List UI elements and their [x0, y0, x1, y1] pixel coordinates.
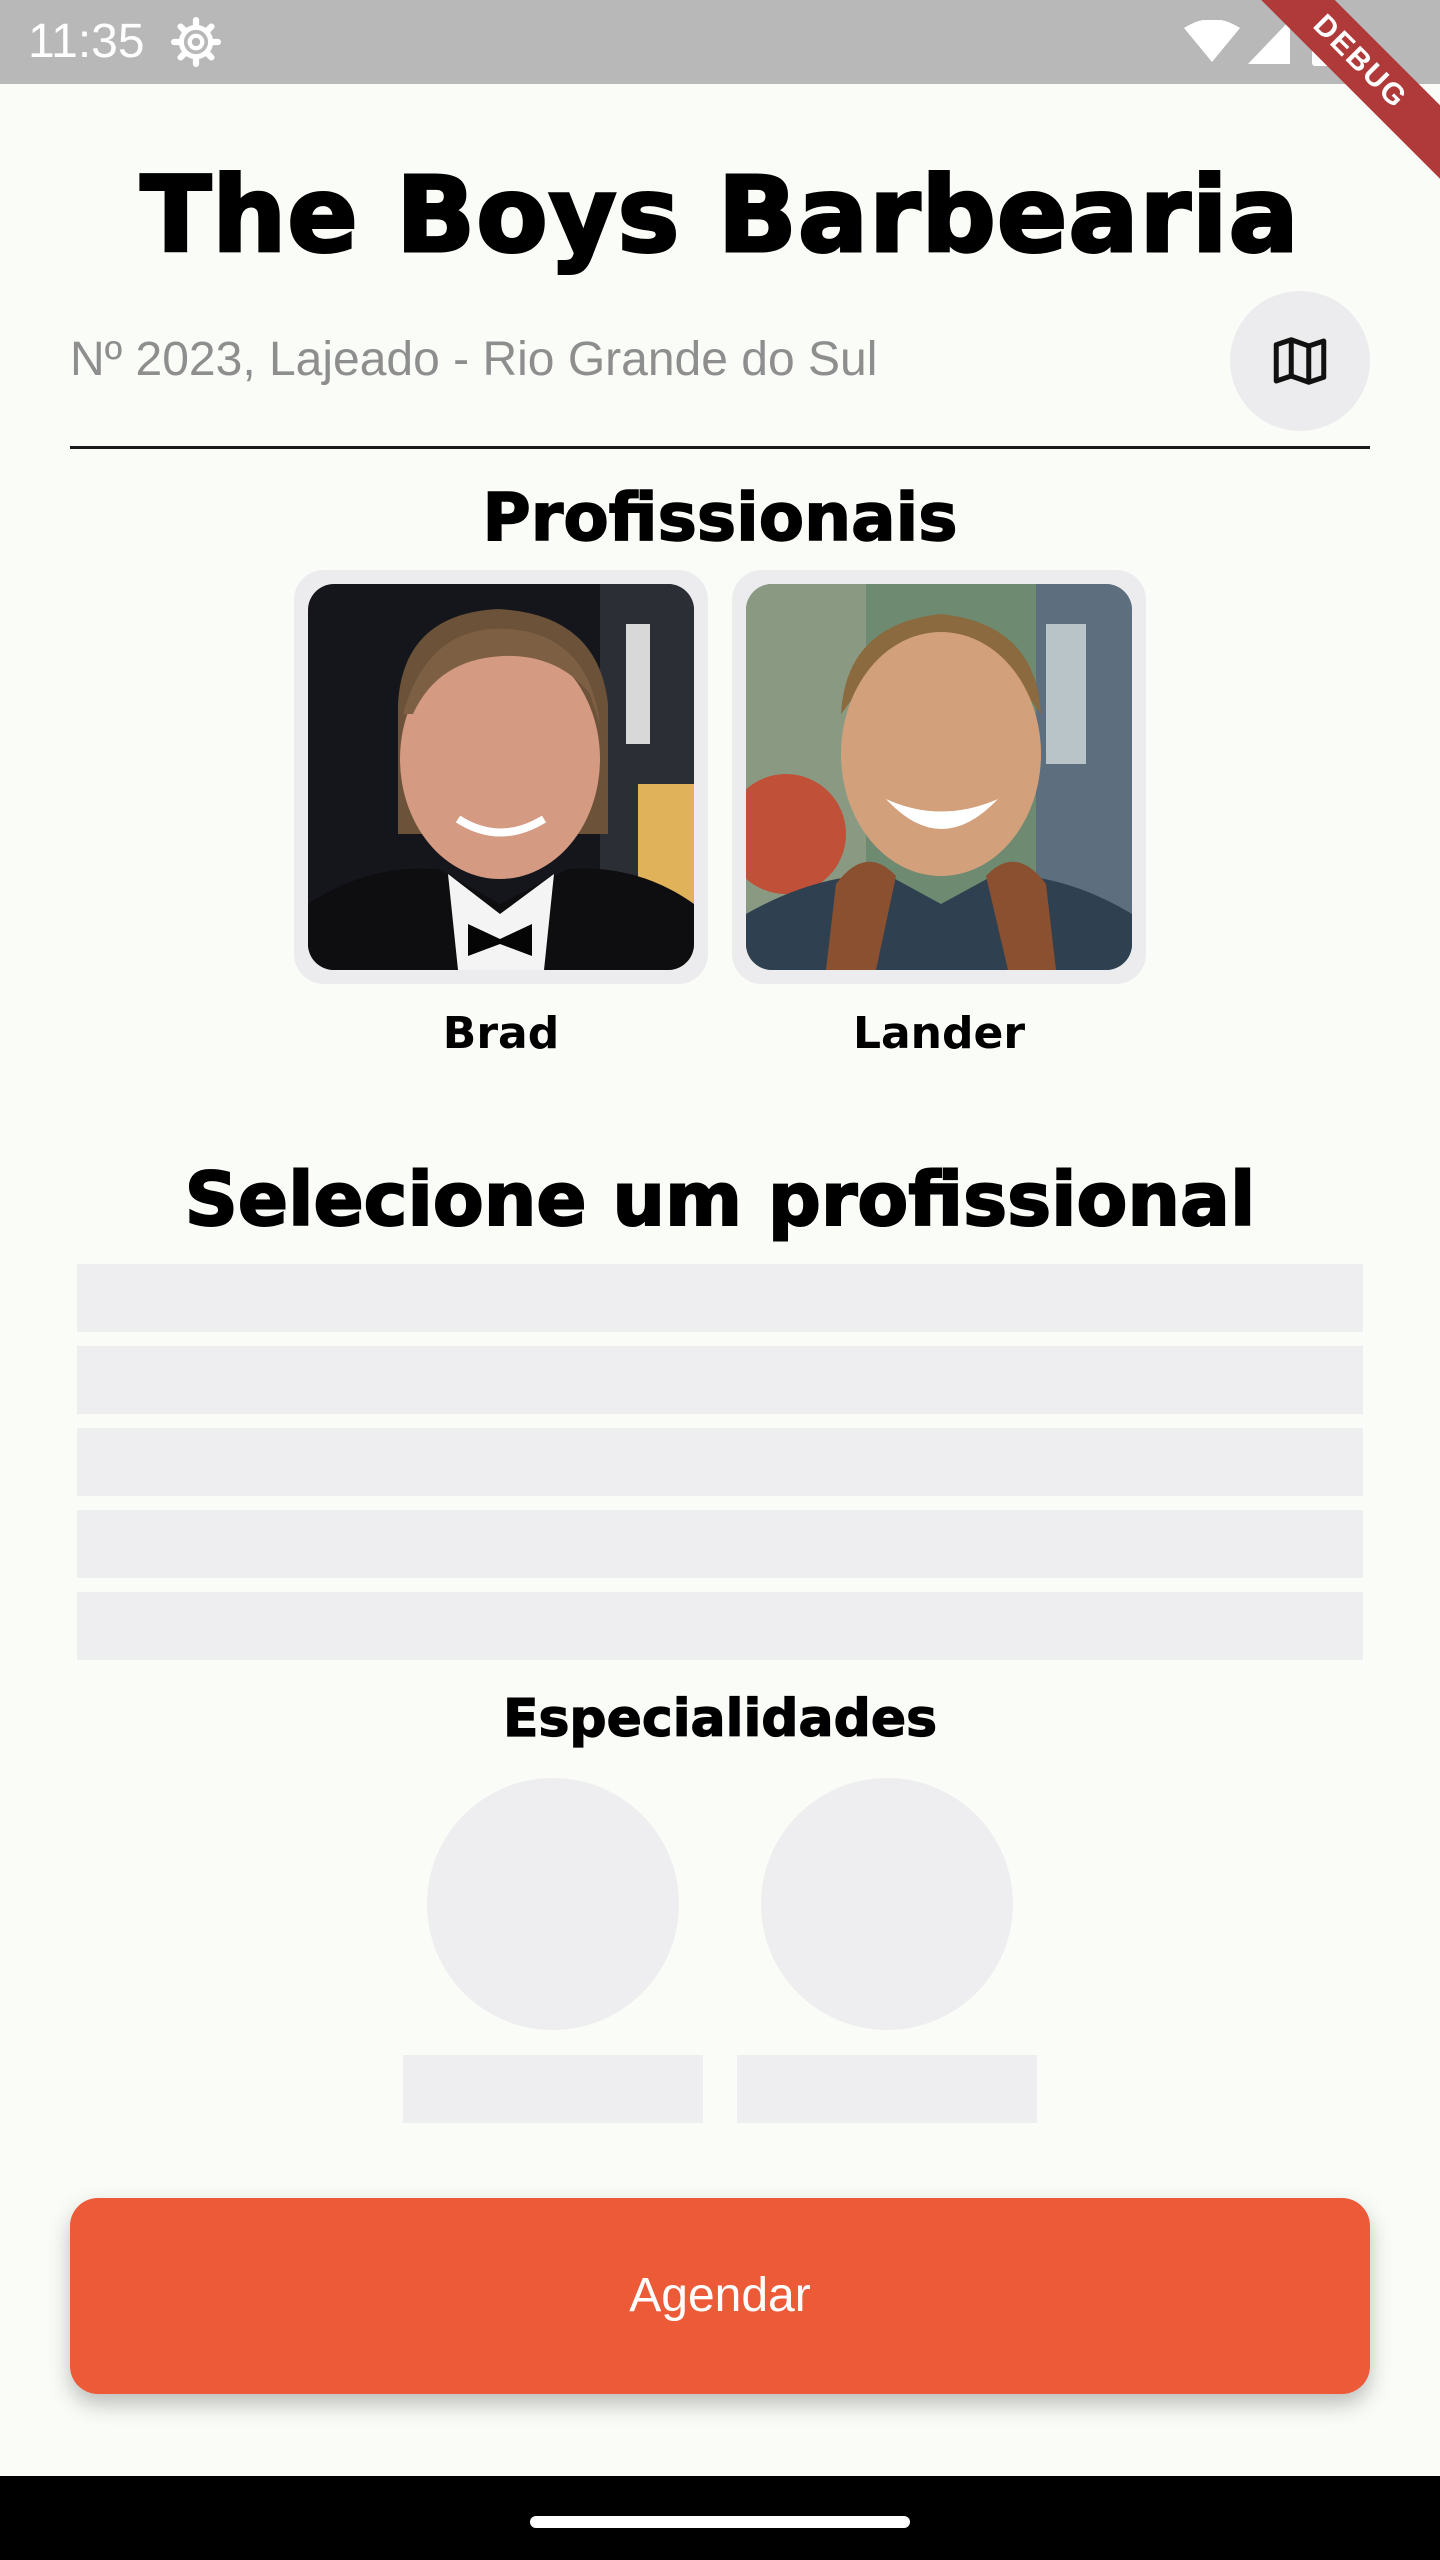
schedule-placeholder-row	[77, 1592, 1363, 1660]
header-divider	[70, 446, 1370, 449]
professionals-heading: Profissionais	[482, 478, 959, 557]
specialty-placeholder-image	[427, 1778, 679, 2030]
professional-card-brad[interactable]	[294, 570, 708, 984]
cell-signal-icon	[1248, 20, 1290, 64]
schedule-placeholder-row	[77, 1510, 1363, 1578]
schedule-placeholder-row	[77, 1346, 1363, 1414]
select-professional-heading: Selecione um profissional	[184, 1156, 1257, 1244]
map-button[interactable]	[1230, 291, 1370, 431]
professional-name: Brad	[442, 1008, 560, 1059]
schedule-placeholder-row	[77, 1428, 1363, 1496]
professional-photo	[308, 584, 694, 970]
page-title: The Boys Barbearia	[139, 153, 1300, 278]
specialty-placeholder-label	[403, 2055, 703, 2123]
specialties-heading: Especialidades	[502, 1688, 938, 1749]
address-text: Nº 2023, Lajeado - Rio Grande do Sul	[70, 333, 878, 386]
settings-gear-icon	[171, 17, 221, 67]
schedule-placeholder-row	[77, 1264, 1363, 1332]
status-bar: 11:35	[0, 0, 1440, 84]
map-icon	[1273, 337, 1327, 385]
specialty-placeholder-image	[761, 1778, 1013, 2030]
app-screen: 11:35 DEBUG The Boys Barbearia Nº 2023, …	[0, 0, 1440, 2560]
home-indicator[interactable]	[530, 2516, 910, 2528]
professional-card-lander[interactable]	[732, 570, 1146, 984]
wifi-icon	[1184, 20, 1240, 62]
system-nav-bar	[0, 2476, 1440, 2560]
schedule-button[interactable]: Agendar	[70, 2198, 1370, 2394]
professional-name: Lander	[852, 1008, 1026, 1059]
status-time: 11:35	[28, 15, 145, 68]
professional-photo	[746, 584, 1132, 970]
specialty-placeholder-label	[737, 2055, 1037, 2123]
